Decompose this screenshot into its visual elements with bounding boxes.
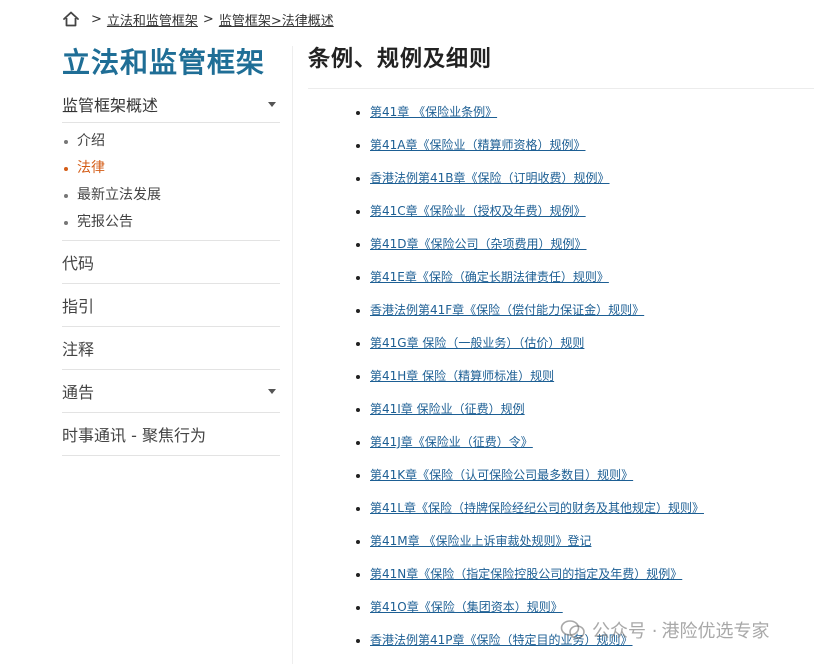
bullet-icon [64, 193, 68, 198]
watermark: 公众号 · 港险优选专家 [560, 616, 769, 644]
law-list-item: 香港法例第41F章《保险（偿付能力保证金）规则》 [356, 294, 704, 327]
law-list-item: 第41C章《保险业（授权及年费）规例》 [356, 195, 704, 228]
sidebar-item-label: 时事通讯 - 聚焦行为 [62, 426, 206, 445]
bullet-icon [356, 473, 360, 478]
breadcrumb-legislation-link[interactable]: 立法和监管框架 [107, 10, 198, 29]
chevron-down-icon[interactable] [268, 388, 276, 394]
sidebar-subitem-gazette[interactable]: 宪报公告 [62, 209, 280, 236]
bullet-icon [64, 220, 68, 225]
bullet-icon [356, 440, 360, 445]
sidebar-item-label: 通告 [62, 383, 95, 402]
bullet-icon [356, 242, 360, 247]
law-link[interactable]: 第41O章《保险（集团资本）规则》 [370, 595, 563, 620]
law-link[interactable]: 第41章 《保险业条例》 [370, 100, 497, 125]
law-link[interactable]: 香港法例第41B章《保险（订明收费）规例》 [370, 166, 610, 191]
bullet-icon [356, 143, 360, 148]
law-list-item: 第41G章 保险（一般业务）（估价）规则 [356, 327, 704, 360]
sidebar-sub-list: 介绍 法律 最新立法发展 宪报公告 [62, 123, 280, 241]
sidebar: 立法和监管框架 监管框架概述 介绍 法律 最新立法发展 宪报公告 代码 指引 注… [62, 44, 280, 456]
law-link[interactable]: 第41N章《保险（指定保险控股公司的指定及年费）规例》 [370, 562, 682, 587]
bullet-icon [356, 638, 360, 643]
bullet-icon [356, 275, 360, 280]
sidebar-item-notes[interactable]: 注释 [62, 327, 280, 370]
bullet-icon [356, 341, 360, 346]
breadcrumb-overview-link[interactable]: 监管框架>法律概述 [219, 10, 334, 29]
sidebar-item-label: 注释 [62, 340, 95, 359]
bullet-icon [356, 572, 360, 577]
breadcrumb: > 立法和监管框架 > 监管框架>法律概述 [62, 9, 334, 29]
sidebar-item-newsletter[interactable]: 时事通讯 - 聚焦行为 [62, 413, 280, 456]
law-link[interactable]: 第41L章《保险（持牌保险经纪公司的财务及其他规定）规则》 [370, 496, 704, 521]
bullet-icon [356, 407, 360, 412]
sidebar-section-label: 监管框架概述 [62, 96, 159, 115]
law-list-item: 香港法例第41B章《保险（订明收费）规例》 [356, 162, 704, 195]
sidebar-title: 立法和监管框架 [62, 46, 266, 79]
title-divider [308, 88, 814, 89]
law-link[interactable]: 第41J章《保险业（征费）令》 [370, 430, 533, 455]
law-list-item: 第41M章 《保险业上诉审裁处规则》登记 [356, 525, 704, 558]
sidebar-item-codes[interactable]: 代码 [62, 241, 280, 284]
law-list-item: 第41K章《保险（认可保险公司最多数目）规则》 [356, 459, 704, 492]
law-list-item: 第41L章《保险（持牌保险经纪公司的财务及其他规定）规则》 [356, 492, 704, 525]
law-list-item: 第41E章《保险（确定长期法律责任）规则》 [356, 261, 704, 294]
bullet-icon [356, 209, 360, 214]
page-title: 条例、规例及细则 [308, 47, 493, 72]
watermark-name: 港险优选专家 [661, 621, 770, 642]
law-list-item: 第41H章 保险（精算师标准）规则 [356, 360, 704, 393]
bullet-icon [356, 110, 360, 115]
law-list: 第41章 《保险业条例》第41A章《保险业（精算师资格）规例》 香港法例第41B章… [356, 96, 704, 657]
bullet-icon [356, 506, 360, 511]
law-link[interactable]: 第41G章 保险（一般业务）（估价）规则 [370, 331, 584, 356]
watermark-prefix: 公众号 · [592, 621, 658, 642]
sidebar-subitem-intro[interactable]: 介绍 [62, 128, 280, 155]
law-list-item: 第41I章 保险业（征费）规例 [356, 393, 704, 426]
law-list-item: 第41A章《保险业（精算师资格）规例》 [356, 129, 704, 162]
bullet-icon [356, 176, 360, 181]
law-link[interactable]: 第41M章 《保险业上诉审裁处规则》登记 [370, 529, 591, 554]
chevron-down-icon[interactable] [268, 101, 276, 107]
wechat-icon [560, 619, 586, 641]
bullet-icon [64, 166, 68, 171]
sidebar-section-overview[interactable]: 监管框架概述 [62, 86, 280, 123]
law-link[interactable]: 第41A章《保险业（精算师资格）规例》 [370, 133, 585, 158]
column-divider [292, 46, 293, 664]
bullet-icon [356, 374, 360, 379]
sidebar-subitem-law[interactable]: 法律 [62, 155, 280, 182]
breadcrumb-separator: > [91, 11, 102, 27]
sidebar-item-circulars[interactable]: 通告 [62, 370, 280, 413]
bullet-icon [64, 139, 68, 144]
law-link[interactable]: 第41I章 保险业（征费）规例 [370, 397, 525, 422]
law-list-item: 第41J章《保险业（征费）令》 [356, 426, 704, 459]
bullet-icon [356, 539, 360, 544]
law-link[interactable]: 第41D章《保险公司（杂项费用）规例》 [370, 232, 587, 257]
law-link[interactable]: 第41K章《保险（认可保险公司最多数目）规则》 [370, 463, 633, 488]
law-link[interactable]: 第41H章 保险（精算师标准）规则 [370, 364, 554, 389]
sidebar-item-guidelines[interactable]: 指引 [62, 284, 280, 327]
law-list-item: 第41D章《保险公司（杂项费用）规例》 [356, 228, 704, 261]
law-list-item: 第41N章《保险（指定保险控股公司的指定及年费）规例》 [356, 558, 704, 591]
sidebar-item-label: 指引 [62, 297, 95, 316]
sidebar-item-label: 代码 [62, 254, 95, 273]
law-list-item: 第41章 《保险业条例》 [356, 96, 704, 129]
home-icon[interactable] [62, 10, 80, 28]
law-link[interactable]: 第41C章《保险业（授权及年费）规例》 [370, 199, 586, 224]
bullet-icon [356, 605, 360, 610]
law-link[interactable]: 香港法例第41F章《保险（偿付能力保证金）规则》 [370, 298, 644, 323]
bullet-icon [356, 308, 360, 313]
law-link[interactable]: 第41E章《保险（确定长期法律责任）规则》 [370, 265, 609, 290]
sidebar-subitem-latest-developments[interactable]: 最新立法发展 [62, 182, 280, 209]
breadcrumb-separator: > [202, 11, 214, 27]
